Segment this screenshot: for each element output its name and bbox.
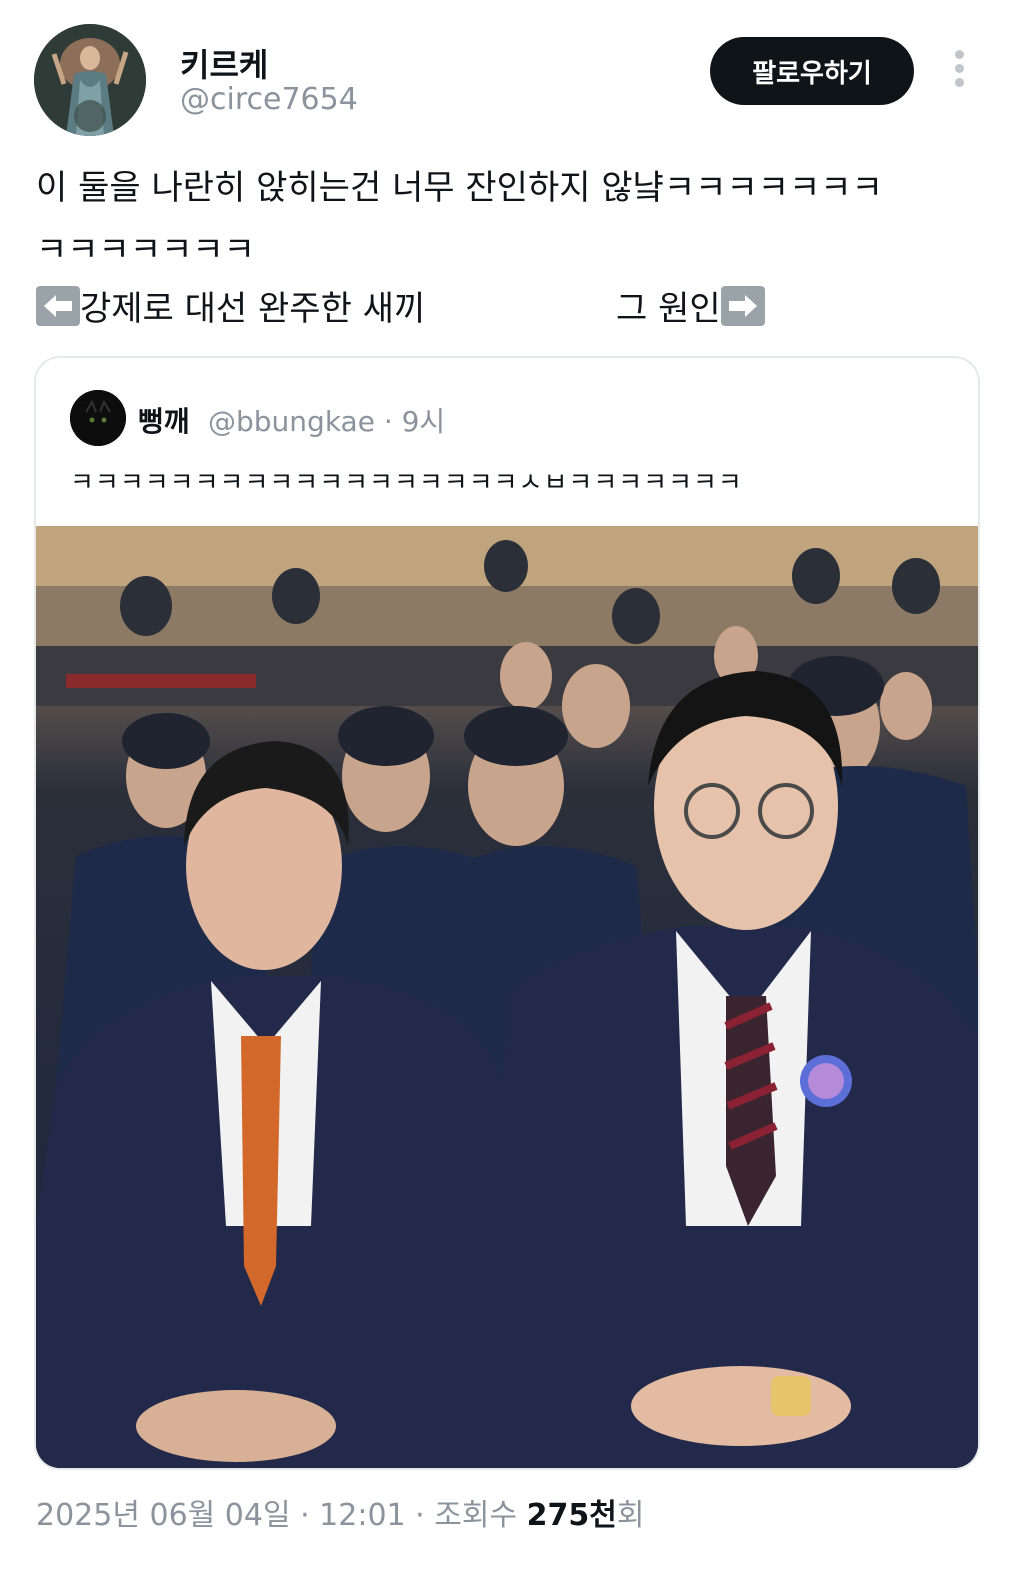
tweet-timestamp-views: 2025년 06월 04일 · 12:01 · 조회수 275천회 (36, 1490, 644, 1534)
author-display-name[interactable]: 키르케 (180, 40, 268, 86)
tweet-text-line-1: 이 둘을 나란히 앉히는건 너무 잔인하지 않냨ㅋㅋㅋㅋㅋㅋㅋ (36, 168, 883, 208)
timestamp-text: 2025년 06월 04일 · 12:01 · 조회수 (36, 1498, 527, 1533)
view-suffix: 회 (616, 1498, 645, 1533)
quoted-tweet-card[interactable]: 뻥깨 @bbungkae · 9시 ㅋㅋㅋㅋㅋㅋㅋㅋㅋㅋㅋㅋㅋㅋㅋㅋㅋㅋㅅㅂㅋㅋ… (34, 356, 980, 1470)
left-arrow-icon (36, 286, 80, 326)
quoted-author-name[interactable]: 뻥깨 (138, 400, 190, 440)
author-avatar[interactable] (34, 24, 146, 136)
quoted-author-avatar[interactable] (70, 390, 126, 446)
right-caption: 그 원인 (616, 289, 721, 329)
event-photo[interactable] (36, 526, 978, 1468)
author-handle[interactable]: @circe7654 (180, 82, 358, 117)
tweet-caption-line: 강제로 대선 완주한 새끼 그 원인 (36, 286, 796, 331)
more-vertical-icon[interactable] (944, 50, 974, 92)
right-arrow-icon (720, 286, 765, 326)
tweet-text-line-2: ㅋㅋㅋㅋㅋㅋㅋ (36, 230, 255, 270)
left-caption: 강제로 대선 완주한 새끼 (80, 289, 426, 329)
follow-button[interactable]: 팔로우하기 (710, 37, 914, 105)
quoted-tweet-text: ㅋㅋㅋㅋㅋㅋㅋㅋㅋㅋㅋㅋㅋㅋㅋㅋㅋㅋㅅㅂㅋㅋㅋㅋㅋㅋㅋ (70, 468, 743, 498)
tweet-page: 키르케 @circe7654 팔로우하기 이 둘을 나란히 앉히는건 너무 잔인… (0, 0, 1024, 1582)
view-count: 275천 (526, 1498, 617, 1533)
quoted-author-handle-time[interactable]: @bbungkae · 9시 (208, 400, 445, 440)
